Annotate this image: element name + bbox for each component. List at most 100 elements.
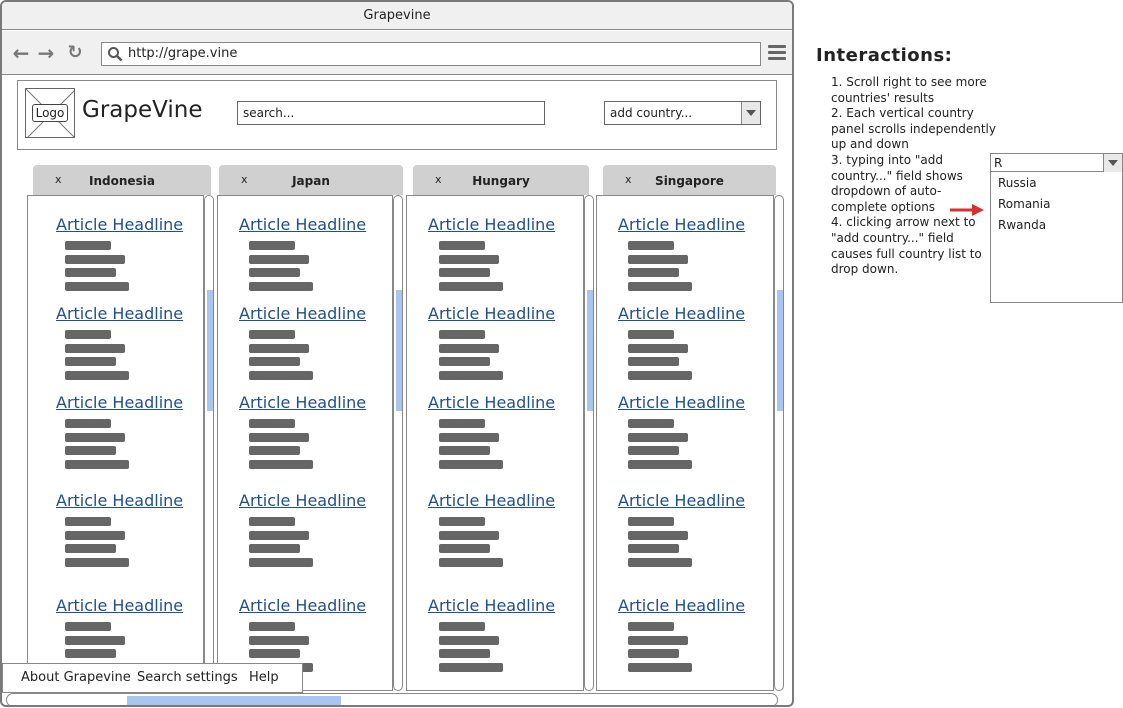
text-placeholder-line bbox=[249, 255, 309, 264]
article-headline-link[interactable]: Article Headline bbox=[428, 596, 555, 615]
tab-label: Hungary bbox=[472, 174, 530, 188]
dropdown-option[interactable]: Rwanda bbox=[998, 218, 1046, 232]
text-placeholder-line bbox=[65, 241, 111, 250]
chevron-down-icon[interactable] bbox=[741, 102, 760, 124]
search-settings-link[interactable]: Search settings bbox=[137, 670, 238, 685]
tab-singapore[interactable]: x Singapore bbox=[603, 165, 776, 195]
scroll-thumb[interactable] bbox=[396, 290, 402, 411]
chevron-down-icon[interactable] bbox=[1103, 154, 1122, 172]
article-headline-link[interactable]: Article Headline bbox=[618, 215, 745, 234]
autocomplete-value: R bbox=[994, 156, 1003, 170]
article-headline-link[interactable]: Article Headline bbox=[239, 304, 366, 323]
article-headline-link[interactable]: Article Headline bbox=[428, 215, 555, 234]
annotation-line: dropdown of auto- bbox=[831, 184, 942, 199]
text-placeholder-line bbox=[249, 433, 309, 442]
address-bar[interactable]: http://grape.vine bbox=[101, 42, 761, 66]
autocomplete-input[interactable]: R bbox=[991, 154, 1122, 172]
text-placeholder-line bbox=[65, 255, 125, 264]
dropdown-option[interactable]: Russia bbox=[998, 176, 1037, 190]
text-placeholder-line bbox=[65, 636, 125, 645]
text-placeholder-line bbox=[249, 558, 313, 567]
text-placeholder-line bbox=[439, 330, 485, 339]
text-placeholder-line bbox=[439, 517, 485, 526]
annotation-line: countries' results bbox=[831, 90, 935, 105]
back-icon[interactable]: ← bbox=[11, 43, 31, 63]
text-placeholder-line bbox=[249, 357, 300, 366]
article-headline-link[interactable]: Article Headline bbox=[239, 491, 366, 510]
panel-hungary[interactable] bbox=[406, 195, 584, 691]
text-placeholder-line bbox=[439, 622, 485, 631]
article-headline-link[interactable]: Article Headline bbox=[239, 393, 366, 412]
reload-icon[interactable]: ↻ bbox=[65, 43, 85, 63]
text-placeholder-line bbox=[439, 649, 490, 658]
annotation-line: "add country..." field bbox=[831, 231, 954, 245]
text-placeholder-line bbox=[249, 636, 309, 645]
text-placeholder-line bbox=[65, 330, 111, 339]
text-placeholder-line bbox=[439, 268, 490, 277]
text-placeholder-line bbox=[249, 460, 313, 469]
text-placeholder-line bbox=[439, 446, 490, 455]
scroll-thumb[interactable] bbox=[777, 290, 783, 411]
hamburger-menu-icon[interactable] bbox=[768, 45, 786, 61]
tab-indonesia[interactable]: x Indonesia bbox=[33, 165, 211, 195]
article-headline-link[interactable]: Article Headline bbox=[239, 215, 366, 234]
annotation-line: 4. clicking arrow next to bbox=[831, 215, 976, 230]
annotation-line: panel scrolls independently bbox=[831, 121, 996, 136]
annotation-line: country..." field shows bbox=[831, 168, 963, 183]
article-headline-link[interactable]: Article Headline bbox=[56, 393, 183, 412]
text-placeholder-line bbox=[65, 622, 111, 631]
horizontal-scrollbar[interactable] bbox=[6, 693, 778, 705]
annotation-line: 2. Each vertical country bbox=[831, 106, 974, 121]
text-placeholder-line bbox=[628, 649, 679, 658]
scrollbar[interactable] bbox=[393, 195, 403, 691]
tab-hungary[interactable]: x Hungary bbox=[413, 165, 589, 195]
text-placeholder-line bbox=[628, 622, 674, 631]
add-country-dropdown[interactable]: add country... bbox=[604, 101, 761, 125]
text-placeholder-line bbox=[439, 344, 499, 353]
article-headline-link[interactable]: Article Headline bbox=[618, 491, 745, 510]
article-headline-link[interactable]: Article Headline bbox=[428, 393, 555, 412]
text-placeholder-line bbox=[439, 636, 499, 645]
scrollbar[interactable] bbox=[774, 195, 784, 691]
text-placeholder-line bbox=[628, 330, 674, 339]
text-placeholder-line bbox=[65, 357, 116, 366]
article-headline-link[interactable]: Article Headline bbox=[56, 215, 183, 234]
text-placeholder-line bbox=[439, 531, 499, 540]
tab-label: Indonesia bbox=[89, 174, 155, 188]
text-placeholder-line bbox=[65, 531, 125, 540]
article-headline-link[interactable]: Article Headline bbox=[618, 393, 745, 412]
dropdown-option[interactable]: Romania bbox=[998, 197, 1050, 211]
scrollbar[interactable] bbox=[204, 195, 214, 691]
text-placeholder-line bbox=[65, 517, 111, 526]
scrollbar[interactable] bbox=[584, 195, 594, 691]
scroll-thumb[interactable] bbox=[207, 290, 213, 411]
article-headline-link[interactable]: Article Headline bbox=[239, 596, 366, 615]
about-link[interactable]: About Grapevine bbox=[21, 670, 131, 685]
text-placeholder-line bbox=[628, 460, 692, 469]
text-placeholder-line bbox=[628, 663, 692, 672]
forward-icon[interactable]: → bbox=[36, 43, 56, 63]
article-headline-link[interactable]: Article Headline bbox=[618, 304, 745, 323]
article-headline-link[interactable]: Article Headline bbox=[428, 304, 555, 323]
help-link[interactable]: Help bbox=[249, 670, 279, 685]
text-placeholder-line bbox=[249, 241, 295, 250]
scroll-thumb[interactable] bbox=[587, 290, 593, 411]
panel-japan[interactable] bbox=[217, 195, 393, 691]
panel-singapore[interactable] bbox=[596, 195, 774, 691]
tab-japan[interactable]: x Japan bbox=[219, 165, 403, 195]
text-placeholder-line bbox=[249, 531, 309, 540]
annotation-line: up and down bbox=[831, 137, 909, 152]
tab-label: Japan bbox=[292, 174, 330, 188]
article-headline-link[interactable]: Article Headline bbox=[56, 304, 183, 323]
text-placeholder-line bbox=[65, 433, 125, 442]
search-input[interactable]: search... bbox=[237, 101, 545, 125]
text-placeholder-line bbox=[65, 344, 125, 353]
app-name: GrapeVine bbox=[82, 97, 203, 123]
text-placeholder-line bbox=[65, 446, 116, 455]
logo-placeholder: Logo bbox=[25, 88, 75, 138]
article-headline-link[interactable]: Article Headline bbox=[618, 596, 745, 615]
article-headline-link[interactable]: Article Headline bbox=[56, 491, 183, 510]
article-headline-link[interactable]: Article Headline bbox=[428, 491, 555, 510]
article-headline-link[interactable]: Article Headline bbox=[56, 596, 183, 615]
horizontal-scroll-thumb[interactable] bbox=[127, 696, 341, 705]
